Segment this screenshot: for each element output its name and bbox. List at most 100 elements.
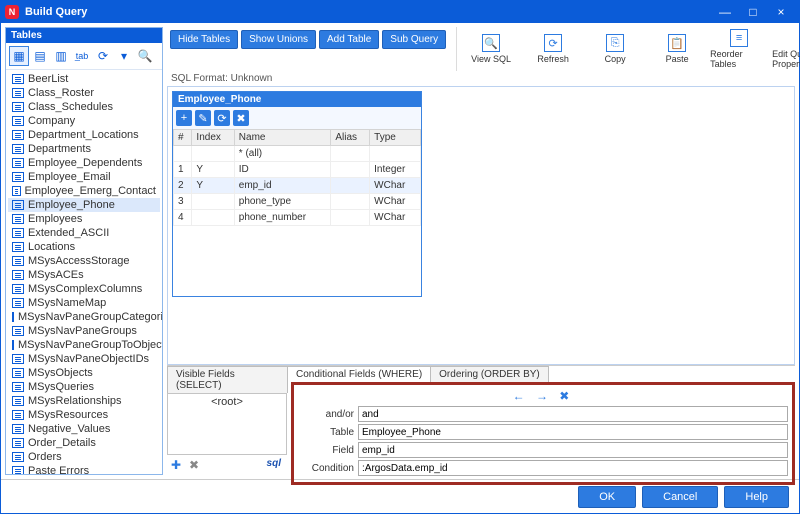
table-item[interactable]: MSysNavPaneGroupToObjects <box>8 338 160 352</box>
tab-select[interactable]: Visible Fields (SELECT) <box>167 366 288 393</box>
cancel-button[interactable]: Cancel <box>642 486 718 508</box>
table-icon <box>12 144 24 154</box>
table-item[interactable]: Locations <box>8 240 160 254</box>
table-item[interactable]: Employee_Dependents <box>8 156 160 170</box>
filter-tables-icon[interactable]: ▾ <box>114 46 134 66</box>
select-fields-tree[interactable]: <root> <box>167 393 287 455</box>
main-toolbar: 🔍View SQL ⟳Refresh ⎘Copy 📋Paste ≡Reorder… <box>456 27 800 71</box>
select-tree-root[interactable]: <root> <box>170 396 284 408</box>
input-field[interactable] <box>358 442 788 458</box>
tw-edit-icon[interactable]: ✎ <box>195 110 211 126</box>
table-item-label: Locations <box>28 241 75 253</box>
tw-add-icon[interactable]: + <box>176 110 192 126</box>
tables-view-icon[interactable]: ▦ <box>9 46 29 66</box>
table-icon <box>12 74 24 84</box>
table-item[interactable]: Paste Errors <box>8 464 160 474</box>
table-item[interactable]: Class_Roster <box>8 86 160 100</box>
table-item[interactable]: Employee_Phone <box>8 198 160 212</box>
table-item[interactable]: Departments <box>8 142 160 156</box>
tables-panel: Tables ▦ ▤ ▥ t̲ab ⟳ ▾ 🔍 BeerListClass_Ro… <box>5 27 163 475</box>
tab-where[interactable]: Conditional Fields (WHERE) <box>287 366 431 382</box>
view-sql-icon: 🔍 <box>482 34 500 52</box>
add-field-icon[interactable]: ✚ <box>169 458 183 472</box>
table-item[interactable]: Order_Details <box>8 436 160 450</box>
table-item-label: Order_Details <box>28 437 96 449</box>
tables-tree[interactable]: BeerListClass_RosterClass_SchedulesCompa… <box>6 70 162 474</box>
table-item-label: MSysNavPaneGroupCategories <box>18 311 162 323</box>
remove-field-icon[interactable]: ✖ <box>187 458 201 472</box>
table-icon <box>12 228 24 238</box>
tw-delete-icon[interactable]: ✖ <box>233 110 249 126</box>
table-icon <box>12 116 24 126</box>
minimize-button[interactable]: — <box>711 1 739 23</box>
col-alias[interactable]: Alias <box>331 130 370 146</box>
reorder-tables-button[interactable]: ≡Reorder Tables <box>709 27 769 71</box>
table-item[interactable]: MSysAccessStorage <box>8 254 160 268</box>
table-item[interactable]: Orders <box>8 450 160 464</box>
table-row[interactable]: * (all) <box>174 146 421 162</box>
table-item[interactable]: Class_Schedules <box>8 100 160 114</box>
table-row[interactable]: 4phone_numberWChar <box>174 210 421 226</box>
bottom-panel: Visible Fields (SELECT) <root> ✚ ✖ sql C… <box>167 365 795 475</box>
refresh-tables-icon[interactable]: ⟳ <box>93 46 113 66</box>
table-item[interactable]: MSysNavPaneGroupCategories <box>8 310 160 324</box>
table-item[interactable]: Company <box>8 114 160 128</box>
table-item[interactable]: Extended_ASCII <box>8 226 160 240</box>
table-item-label: Negative_Values <box>28 423 110 435</box>
table-row[interactable]: 2Yemp_idWChar <box>174 178 421 194</box>
tab-mode-icon[interactable]: t̲ab <box>72 46 92 66</box>
col-num[interactable]: # <box>174 130 192 146</box>
table-item-label: MSysNameMap <box>28 297 106 309</box>
synonyms-icon[interactable]: ▥ <box>51 46 71 66</box>
tab-orderby[interactable]: Ordering (ORDER BY) <box>430 366 549 382</box>
table-item[interactable]: MSysRelationships <box>8 394 160 408</box>
copy-button[interactable]: ⎘Copy <box>585 27 645 71</box>
table-row[interactable]: 3phone_typeWChar <box>174 194 421 210</box>
table-icon <box>12 466 24 474</box>
table-item[interactable]: Employee_Emerg_Contact <box>8 184 160 198</box>
add-table-button[interactable]: Add Table <box>319 30 379 49</box>
show-unions-button[interactable]: Show Unions <box>241 30 316 49</box>
view-sql-button[interactable]: 🔍View SQL <box>461 27 521 71</box>
table-item[interactable]: MSysObjects <box>8 366 160 380</box>
sql-preview-icon[interactable]: sql <box>267 458 285 472</box>
refresh-button[interactable]: ⟳Refresh <box>523 27 583 71</box>
maximize-button[interactable]: □ <box>739 1 767 23</box>
table-window-employee-phone[interactable]: Employee_Phone + ✎ ⟳ ✖ # Index Name Alia… <box>172 91 422 297</box>
table-item[interactable]: MSysComplexColumns <box>8 282 160 296</box>
table-item[interactable]: MSysACEs <box>8 268 160 282</box>
table-icon <box>12 298 24 308</box>
close-button[interactable]: × <box>767 1 795 23</box>
col-type[interactable]: Type <box>370 130 421 146</box>
input-andor[interactable] <box>358 406 788 422</box>
search-tables-icon[interactable]: 🔍 <box>135 46 155 66</box>
ok-button[interactable]: OK <box>578 486 636 508</box>
views-view-icon[interactable]: ▤ <box>30 46 50 66</box>
sub-query-button[interactable]: Sub Query <box>382 30 446 49</box>
table-item[interactable]: Employees <box>8 212 160 226</box>
table-item[interactable]: BeerList <box>8 72 160 86</box>
table-item[interactable]: MSysResources <box>8 408 160 422</box>
col-index[interactable]: Index <box>192 130 234 146</box>
table-item[interactable]: MSysNavPaneObjectIDs <box>8 352 160 366</box>
paste-button[interactable]: 📋Paste <box>647 27 707 71</box>
table-icon <box>12 186 21 196</box>
edit-query-properties-button[interactable]: ✎Edit Query Properties <box>771 27 800 71</box>
col-name[interactable]: Name <box>234 130 331 146</box>
table-item[interactable]: MSysQueries <box>8 380 160 394</box>
input-condition[interactable] <box>358 460 788 476</box>
table-row[interactable]: 1YIDInteger <box>174 162 421 178</box>
table-item[interactable]: Negative_Values <box>8 422 160 436</box>
table-item[interactable]: MSysNameMap <box>8 296 160 310</box>
table-icon <box>12 88 24 98</box>
condition-nav-icons[interactable]: ← → ✖ <box>298 389 788 403</box>
table-item[interactable]: Employee_Email <box>8 170 160 184</box>
table-window-grid[interactable]: # Index Name Alias Type * (all) 1YIDInte… <box>173 129 421 226</box>
table-item[interactable]: MSysNavPaneGroups <box>8 324 160 338</box>
table-item[interactable]: Department_Locations <box>8 128 160 142</box>
hide-tables-button[interactable]: Hide Tables <box>170 30 238 49</box>
help-button[interactable]: Help <box>724 486 789 508</box>
tw-refresh-icon[interactable]: ⟳ <box>214 110 230 126</box>
query-designer-canvas[interactable]: Employee_Phone + ✎ ⟳ ✖ # Index Name Alia… <box>167 86 795 365</box>
input-table[interactable] <box>358 424 788 440</box>
